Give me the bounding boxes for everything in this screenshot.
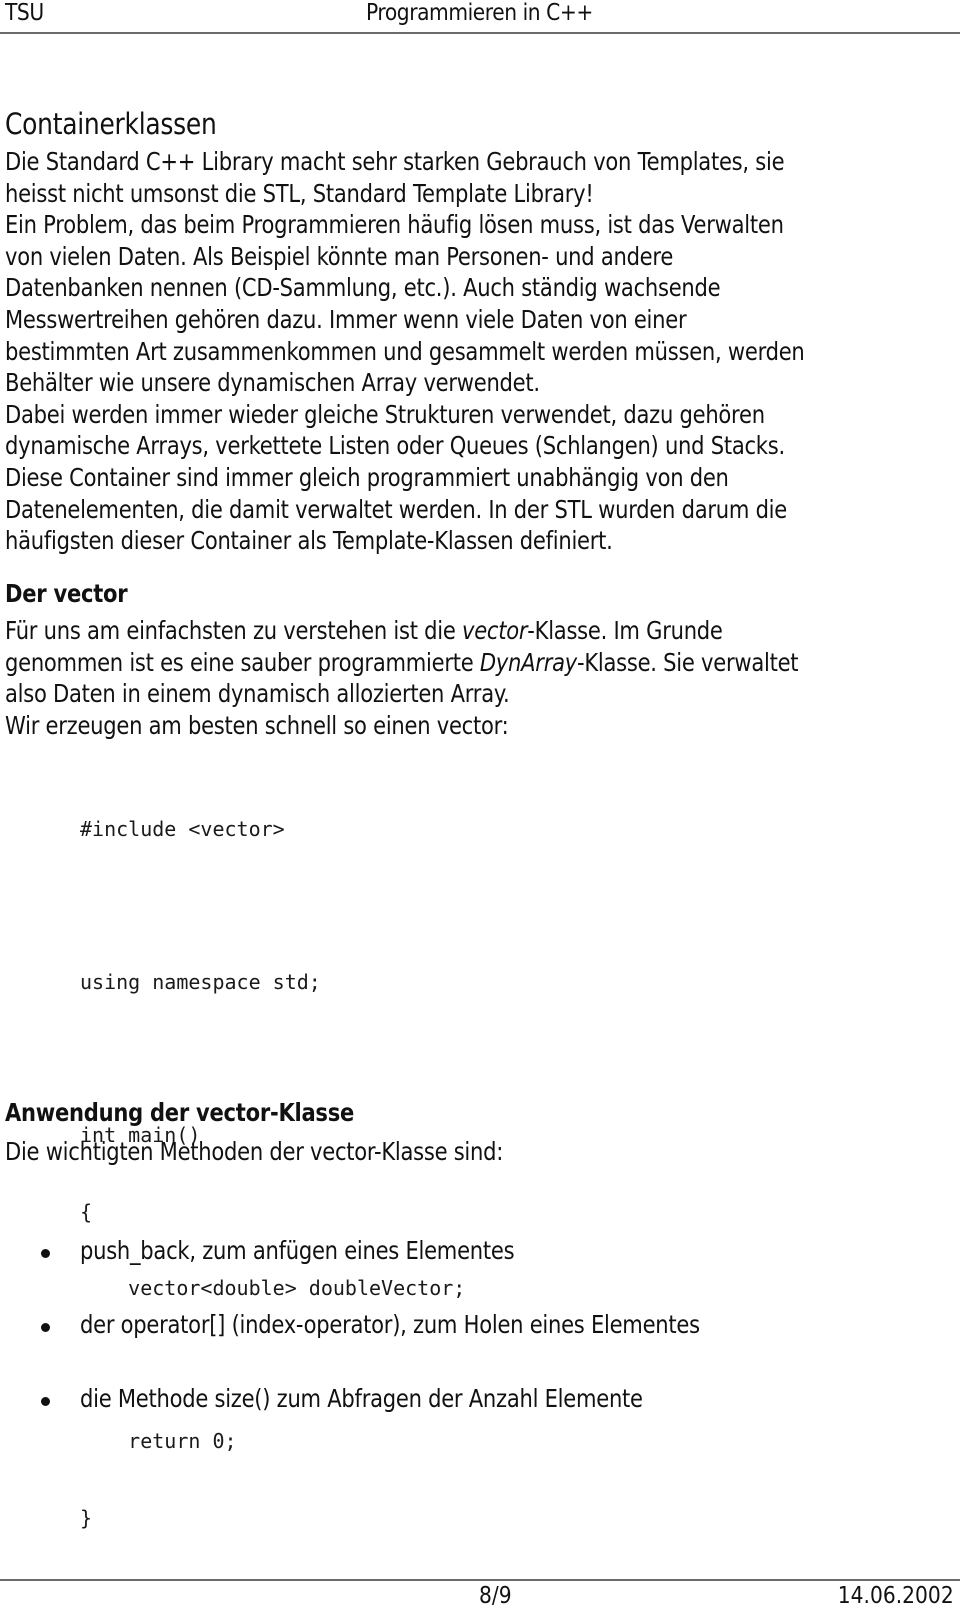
text-run: Für uns am einfachsten zu verstehen ist …	[5, 616, 462, 645]
paragraph-line: von vielen Daten. Als Beispiel könnte ma…	[5, 241, 674, 271]
text-run: -Klasse. Sie verwaltet	[576, 647, 799, 677]
list-item-text: der operator[] (index-operator), zum Hol…	[80, 1310, 700, 1339]
page-footer: 8/9 14.06.2002	[0, 1579, 960, 1614]
footer-date: 14.06.2002	[838, 1583, 954, 1609]
paragraph-line: Diese Container sind immer gleich progra…	[5, 462, 729, 492]
section-title-der-vector: Der vector	[5, 579, 128, 608]
list-item-text: push_back, zum anfügen eines Elementes	[80, 1236, 515, 1265]
section-title-containerklassen: Containerklassen	[5, 107, 217, 141]
header-left-text: TSU	[5, 0, 44, 26]
paragraph-line: Ein Problem, das beim Programmieren häuf…	[5, 210, 784, 240]
header-title: Programmieren in C++	[366, 0, 593, 26]
paragraph-line: genommen ist es eine sauber programmiert…	[5, 647, 799, 679]
paragraph-line: Datenbanken nennen (CD-Sammlung, etc.). …	[5, 273, 721, 303]
code-line: return 0;	[80, 1429, 237, 1453]
emphasis-dynarray: DynArray	[479, 647, 577, 677]
intro-paragraph: Die Standard C++ Library macht sehr star…	[5, 146, 935, 557]
paragraph-line: Die Standard C++ Library macht sehr star…	[5, 147, 785, 176]
bullet-icon	[41, 1323, 50, 1332]
list-item-text: die Methode size() zum Abfragen der Anza…	[80, 1384, 643, 1413]
bullet-icon	[41, 1397, 50, 1406]
paragraph-line: Dabei werden immer wieder gleiche Strukt…	[5, 399, 765, 429]
methods-intro: Die wichtigten Methoden der vector-Klass…	[5, 1137, 504, 1166]
paragraph-line: Datenelementen, die damit verwaltet werd…	[5, 494, 787, 524]
paragraph-line: Behälter wie unsere dynamischen Array ve…	[5, 368, 540, 398]
emphasis-vector: vector	[461, 616, 528, 645]
paragraph-line: Für uns am einfachsten zu verstehen ist …	[5, 615, 798, 647]
text-run: -Klasse. Im Grunde	[527, 616, 723, 645]
paragraph-line: heisst nicht umsonst die STL, Standard T…	[5, 178, 594, 208]
code-line: #include <vector>	[80, 817, 285, 841]
code-line: }	[80, 1505, 93, 1530]
bullet-icon	[41, 1249, 50, 1258]
paragraph-line: bestimmten Art zusammenkommen und gesamm…	[5, 336, 805, 366]
code-line: using namespace std;	[80, 970, 321, 994]
code-line: vector<double> doubleVector;	[80, 1276, 466, 1300]
paragraph-line: Messwertreihen gehören dazu. Immer wenn …	[5, 304, 687, 334]
code-line: {	[80, 1199, 93, 1224]
paragraph-line: dynamische Arrays, verkettete Listen ode…	[5, 431, 785, 461]
section-title-anwendung: Anwendung der vector-Klasse	[5, 1098, 355, 1127]
vector-paragraph: Für uns am einfachsten zu verstehen ist …	[5, 615, 927, 741]
text-run: genommen ist es eine sauber programmiert…	[5, 647, 480, 677]
paragraph-line: Wir erzeugen am besten schnell so einen …	[5, 710, 509, 740]
page-header: TSU Programmieren in C++	[0, 0, 960, 34]
paragraph-line: also Daten in einem dynamisch allozierte…	[5, 679, 510, 709]
paragraph-line: häufigsten dieser Container als Template…	[5, 526, 613, 556]
page-number: 8/9	[479, 1583, 512, 1609]
